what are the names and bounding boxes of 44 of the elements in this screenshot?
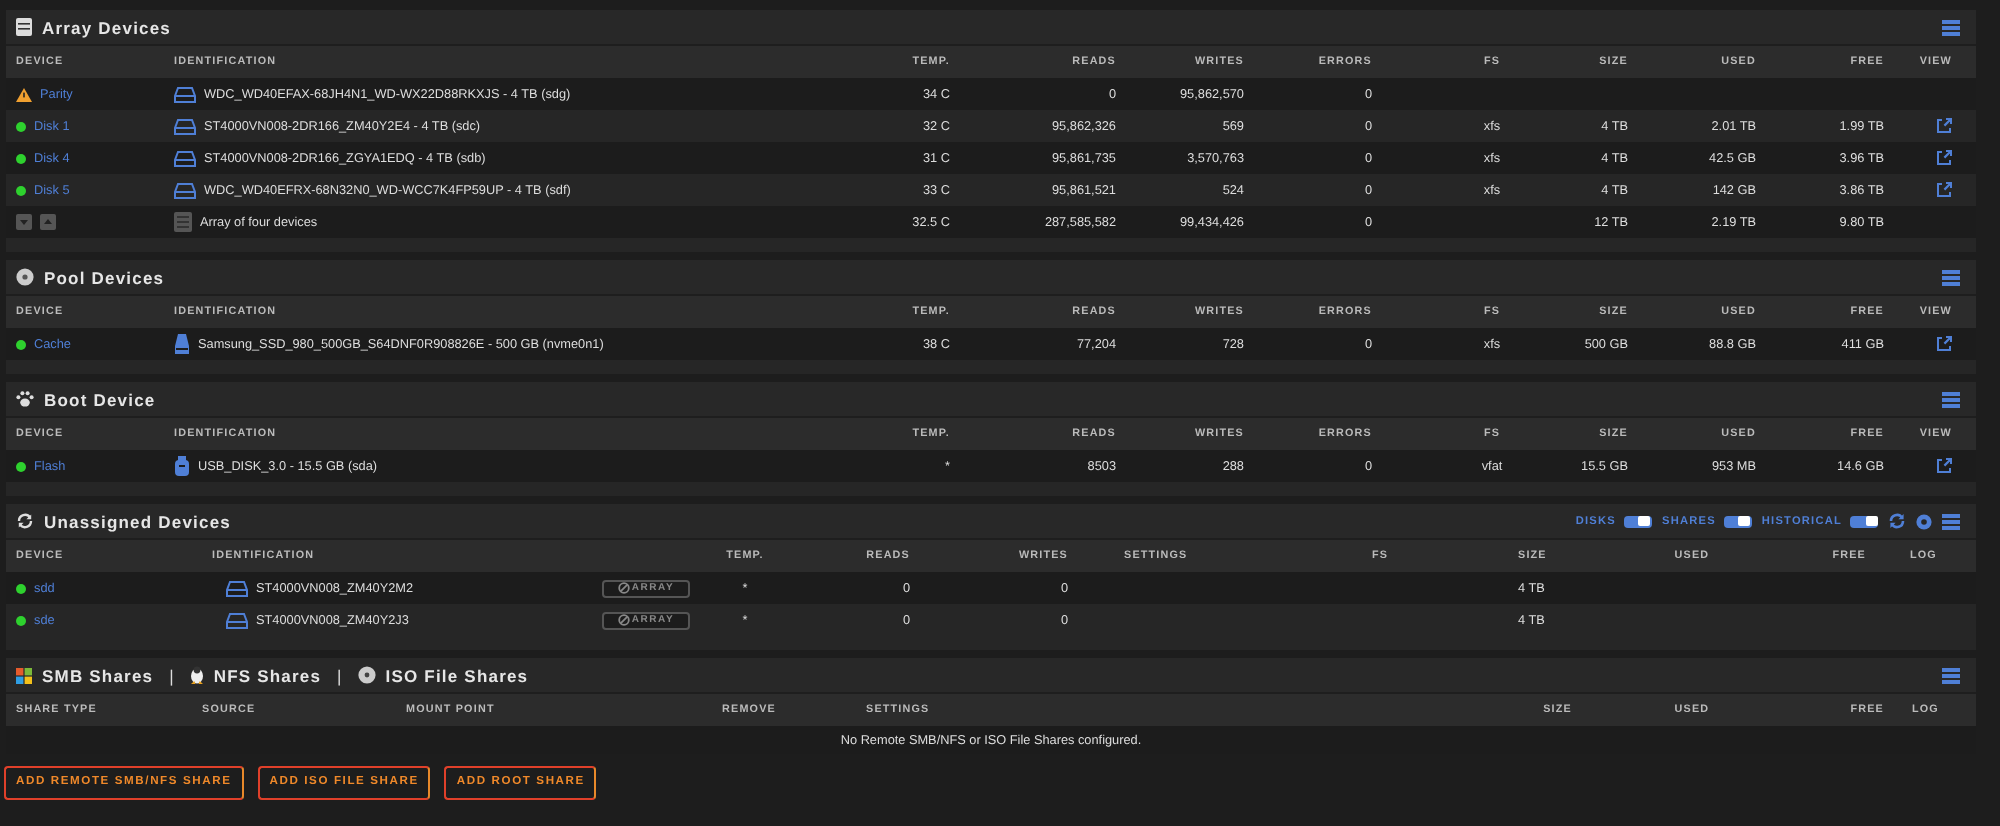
- toggle-switch[interactable]: [1623, 515, 1652, 527]
- collapse-icon[interactable]: [16, 214, 32, 230]
- expand-icon[interactable]: [40, 214, 56, 230]
- panel-title: Boot Device: [44, 389, 156, 409]
- drive-icon: [174, 334, 190, 354]
- separator: |: [337, 665, 342, 685]
- list-icon[interactable]: [1942, 269, 1960, 285]
- prohibited-icon: [617, 614, 630, 626]
- refresh-icon[interactable]: [1888, 512, 1906, 530]
- toggle-switch[interactable]: [1850, 515, 1878, 527]
- separator: |: [169, 665, 174, 685]
- panel-title: Pool Devices: [44, 267, 165, 287]
- disc-icon: [16, 268, 34, 286]
- open-external-icon[interactable]: [1936, 336, 1952, 352]
- list-icon[interactable]: [1942, 513, 1960, 529]
- hard-drive-icon: [174, 117, 196, 135]
- list-icon[interactable]: [1942, 391, 1960, 407]
- recycle-icon: [16, 512, 34, 530]
- shares-tab[interactable]: SMB Shares: [42, 665, 154, 685]
- paw-icon: [16, 390, 34, 408]
- panel-title: Array Devices: [42, 17, 172, 37]
- hard-drive-icon: [226, 579, 248, 597]
- hard-drive-icon: [174, 149, 196, 167]
- penguin-icon: [189, 666, 204, 684]
- panel-title: Unassigned Devices: [44, 511, 231, 531]
- usb-stick-icon: [174, 456, 190, 476]
- open-external-icon[interactable]: [1936, 458, 1952, 474]
- open-external-icon[interactable]: [1936, 182, 1952, 198]
- open-external-icon[interactable]: [1936, 118, 1952, 134]
- shares-tab[interactable]: NFS Shares: [213, 665, 322, 685]
- open-external-icon[interactable]: [1936, 150, 1952, 166]
- prohibited-icon: [617, 582, 630, 594]
- hard-drive-icon: [174, 85, 196, 103]
- list-icon[interactable]: [1942, 667, 1960, 683]
- list-icon: [174, 212, 192, 232]
- shares-tab[interactable]: ISO File Shares: [385, 665, 529, 685]
- list-icon[interactable]: [1942, 19, 1960, 35]
- settings-icon[interactable]: [1916, 513, 1932, 529]
- server-icon: [16, 18, 32, 36]
- hard-drive-icon: [226, 611, 248, 629]
- toggle-switch[interactable]: [1723, 515, 1752, 527]
- hard-drive-icon: [174, 181, 196, 199]
- windows-icon: [16, 667, 32, 683]
- disc-icon: [357, 666, 376, 684]
